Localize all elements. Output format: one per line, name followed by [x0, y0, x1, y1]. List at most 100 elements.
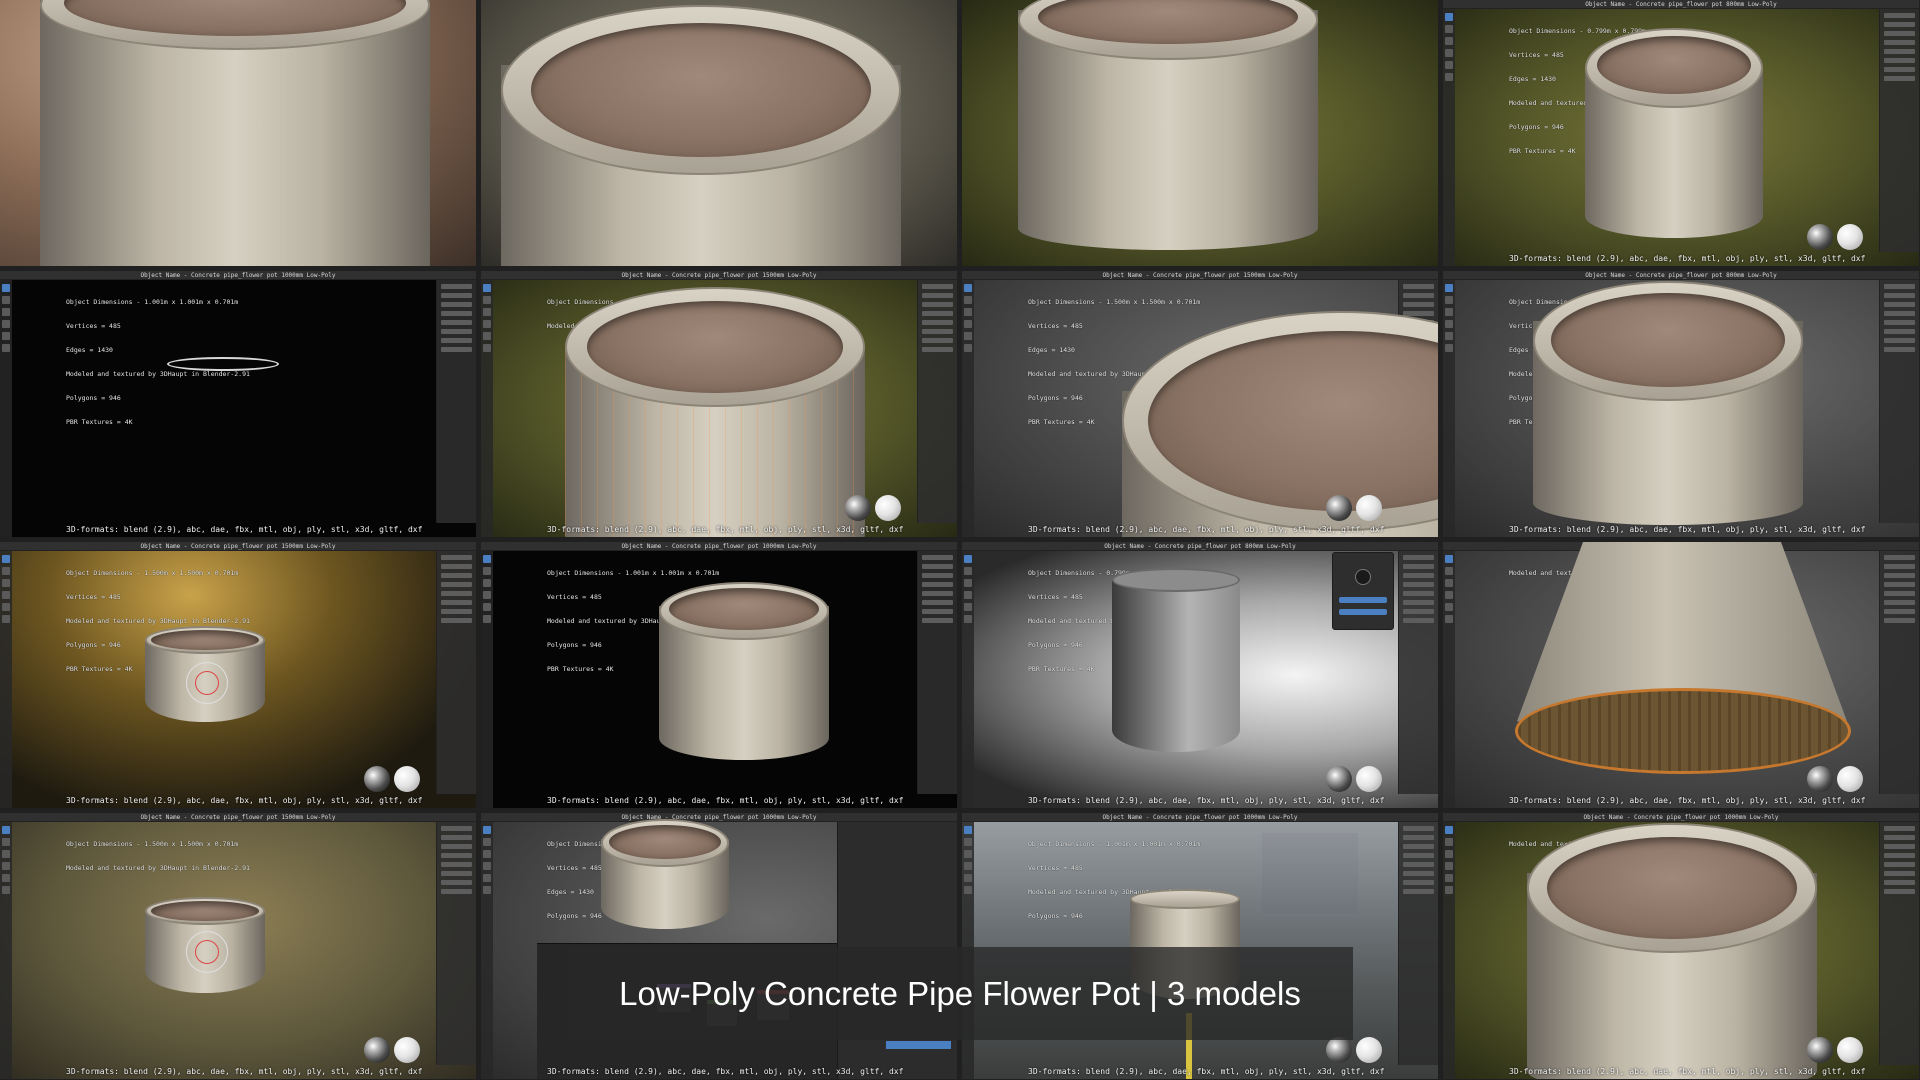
properties-panel	[1398, 551, 1438, 794]
blender-menu-bar: Object Name - Concrete pipe_flower pot 8…	[962, 542, 1438, 551]
blender-viewport-tile-5: Object Name - Concrete pipe_flower pot 1…	[0, 271, 476, 537]
flower-pot-render	[565, 287, 865, 537]
material-preview-spheres	[1326, 1037, 1386, 1065]
properties-panel	[1879, 551, 1919, 794]
object-name-label: Object Name - Concrete pipe_flower pot 1…	[1583, 814, 1779, 821]
blender-viewport-tile-9: Object Name - Concrete pipe_flower pot 1…	[0, 542, 476, 808]
blender-menu-bar: Object Name - Concrete pipe_flower pot 8…	[1443, 0, 1919, 9]
blender-viewport-tile-10: Object Name - Concrete pipe_flower pot 1…	[481, 542, 957, 808]
dimensions-label: Object Dimensions - 1.500m x 1.500m x 0.…	[66, 840, 239, 848]
render-tile-2	[481, 0, 957, 266]
blender-menu-bar: Object Name - Concrete pipe_flower pot 1…	[0, 542, 476, 551]
textures-label: PBR Textures = 4K	[66, 418, 133, 426]
object-name-label: Object Name - Concrete pipe_flower pot 8…	[1585, 272, 1777, 279]
formats-label: 3D-formats: blend (2.9), abc, dae, fbx, …	[66, 525, 423, 534]
polygons-label: Polygons = 946	[66, 394, 121, 402]
flower-pot-render	[659, 582, 829, 760]
material-preview-spheres	[1807, 766, 1867, 794]
modeled-by-label: Modeled and textured by 3DHaupt in Blend…	[66, 617, 250, 625]
object-name-label: Object Name - Concrete pipe_flower pot 1…	[621, 272, 817, 279]
blender-toolbar	[1443, 9, 1455, 266]
blender-menu-bar: Object Name - Concrete pipe_flower pot 1…	[481, 542, 957, 551]
flower-pot-render	[1018, 0, 1318, 250]
caption-title: Low-Poly Concrete Pipe Flower Pot | 3 mo…	[619, 975, 1301, 1012]
properties-panel	[1879, 280, 1919, 523]
flower-pot-render	[601, 819, 729, 929]
blender-viewport-tile-7: Object Name - Concrete pipe_flower pot 1…	[962, 271, 1438, 537]
transform-gizmo[interactable]	[186, 931, 228, 973]
modeled-by-label: Modeled and textured by 3DHaupt in Blend…	[66, 864, 250, 872]
dimensions-label: Object Dimensions - 1.001m x 1.001m x 0.…	[547, 569, 720, 577]
render-settings-popup[interactable]	[1332, 552, 1394, 630]
blender-viewport-tile-4: Object Name - Concrete pipe_flower pot 8…	[1443, 0, 1919, 266]
blender-viewport-tile-13: Object Name - Concrete pipe_flower pot 1…	[0, 813, 476, 1079]
dimensions-label: Object Dimensions - 1.001m x 1.001m x 0.…	[1028, 840, 1201, 848]
vertices-label: Vertices = 485	[66, 322, 121, 330]
object-name-label: Object Name - Concrete pipe_flower pot 8…	[1104, 543, 1296, 550]
formats-label: 3D-formats: blend (2.9), abc, dae, fbx, …	[1509, 525, 1866, 534]
object-name-label: Object Name - Concrete pipe_flower pot 1…	[140, 814, 336, 821]
blender-menu-bar: Object Name - Concrete pipe_flower pot 1…	[962, 271, 1438, 280]
properties-panel	[917, 280, 957, 523]
blender-toolbar	[1443, 822, 1455, 1079]
blender-toolbar	[481, 551, 493, 808]
object-name-label: Object Name - Concrete pipe_flower pot 1…	[140, 543, 336, 550]
material-preview-spheres	[1807, 1037, 1867, 1065]
properties-panel	[1879, 822, 1919, 1065]
screenshot-collage-grid: Object Name - Concrete pipe_flower pot 8…	[0, 0, 1920, 1080]
properties-panel	[1879, 9, 1919, 252]
material-preview-spheres	[845, 495, 905, 523]
edges-label: Edges = 1430	[66, 346, 113, 354]
blender-menu-bar: Object Name - Concrete pipe_flower pot 1…	[962, 813, 1438, 822]
blender-toolbar	[1443, 280, 1455, 537]
blender-toolbar	[0, 551, 12, 808]
properties-panel	[436, 822, 476, 1065]
properties-panel	[917, 551, 957, 794]
properties-panel	[1398, 822, 1438, 1065]
formats-label: 3D-formats: blend (2.9), abc, dae, fbx, …	[1509, 1067, 1866, 1076]
blender-menu-bar: Object Name - Concrete pipe_flower pot 1…	[1443, 813, 1919, 822]
vertices-label: Vertices = 485	[1028, 864, 1083, 872]
flower-pot-render	[501, 5, 901, 266]
material-preview-spheres	[364, 1037, 424, 1065]
flower-pot-render	[40, 0, 430, 266]
render-tile-3	[962, 0, 1438, 266]
blender-viewport-tile-6: Object Name - Concrete pipe_flower pot 1…	[481, 271, 957, 537]
blender-toolbar	[481, 822, 493, 1079]
object-name-label: Object Name - Concrete pipe_flower pot 1…	[140, 272, 336, 279]
flower-pot-render	[1527, 823, 1817, 1079]
vertices-label: Vertices = 485	[66, 593, 121, 601]
formats-label: 3D-formats: blend (2.9), abc, dae, fbx, …	[547, 796, 904, 805]
material-preview-spheres	[1326, 495, 1386, 523]
object-name-label: Object Name - Concrete pipe_flower pot 1…	[621, 543, 817, 550]
blender-viewport-tile-11: Object Name - Concrete pipe_flower pot 8…	[962, 542, 1438, 808]
formats-label: 3D-formats: blend (2.9), abc, dae, fbx, …	[547, 525, 904, 534]
render-tile-1	[0, 0, 476, 266]
object-name-label: Object Name - Concrete pipe_flower pot 8…	[1585, 1, 1777, 8]
flower-pot-render	[1533, 281, 1803, 525]
flower-pot-render	[1585, 28, 1763, 238]
modeled-by-label: Modeled and textured by 3DHaupt in Blend…	[66, 370, 250, 378]
formats-label: 3D-formats: blend (2.9), abc, dae, fbx, …	[66, 1067, 423, 1076]
mesh-stats-overlay: Object Dimensions - 1.500m x 1.500m x 0.…	[66, 824, 250, 888]
material-preview-spheres	[364, 766, 424, 794]
background-building	[1262, 833, 1358, 913]
blender-menu-bar: Object Name - Concrete pipe_flower pot 1…	[481, 271, 957, 280]
transform-gizmo[interactable]	[186, 662, 228, 704]
blender-menu-bar: Object Name - Concrete pipe_flower pot 1…	[0, 271, 476, 280]
blender-viewport-tile-8: Object Name - Concrete pipe_flower pot 8…	[1443, 271, 1919, 537]
flower-pot-bottom-face	[1515, 688, 1851, 774]
dimensions-label: Object Dimensions - 1.500m x 1.500m x 0.…	[66, 569, 239, 577]
formats-label: 3D-formats: blend (2.9), abc, dae, fbx, …	[1509, 796, 1866, 805]
blender-toolbar	[1443, 551, 1455, 808]
blender-menu-bar: Object Name - Concrete pipe_flower pot 8…	[1443, 271, 1919, 280]
formats-label: 3D-formats: blend (2.9), abc, dae, fbx, …	[1028, 796, 1385, 805]
blender-viewport-tile-12: Object Name - Concrete pipe_flower pot 1…	[1443, 542, 1919, 808]
dimensions-label: Object Dimensions - 1.001m x 1.001m x 0.…	[66, 298, 239, 306]
flower-pot-render	[1112, 568, 1240, 752]
flower-pot-silhouette	[167, 357, 279, 371]
blender-toolbar	[962, 551, 974, 808]
caption-banner: Low-Poly Concrete Pipe Flower Pot | 3 mo…	[567, 947, 1353, 1040]
blender-menu-bar: Object Name - Concrete pipe_flower pot 1…	[0, 813, 476, 822]
blender-toolbar	[0, 822, 12, 1079]
